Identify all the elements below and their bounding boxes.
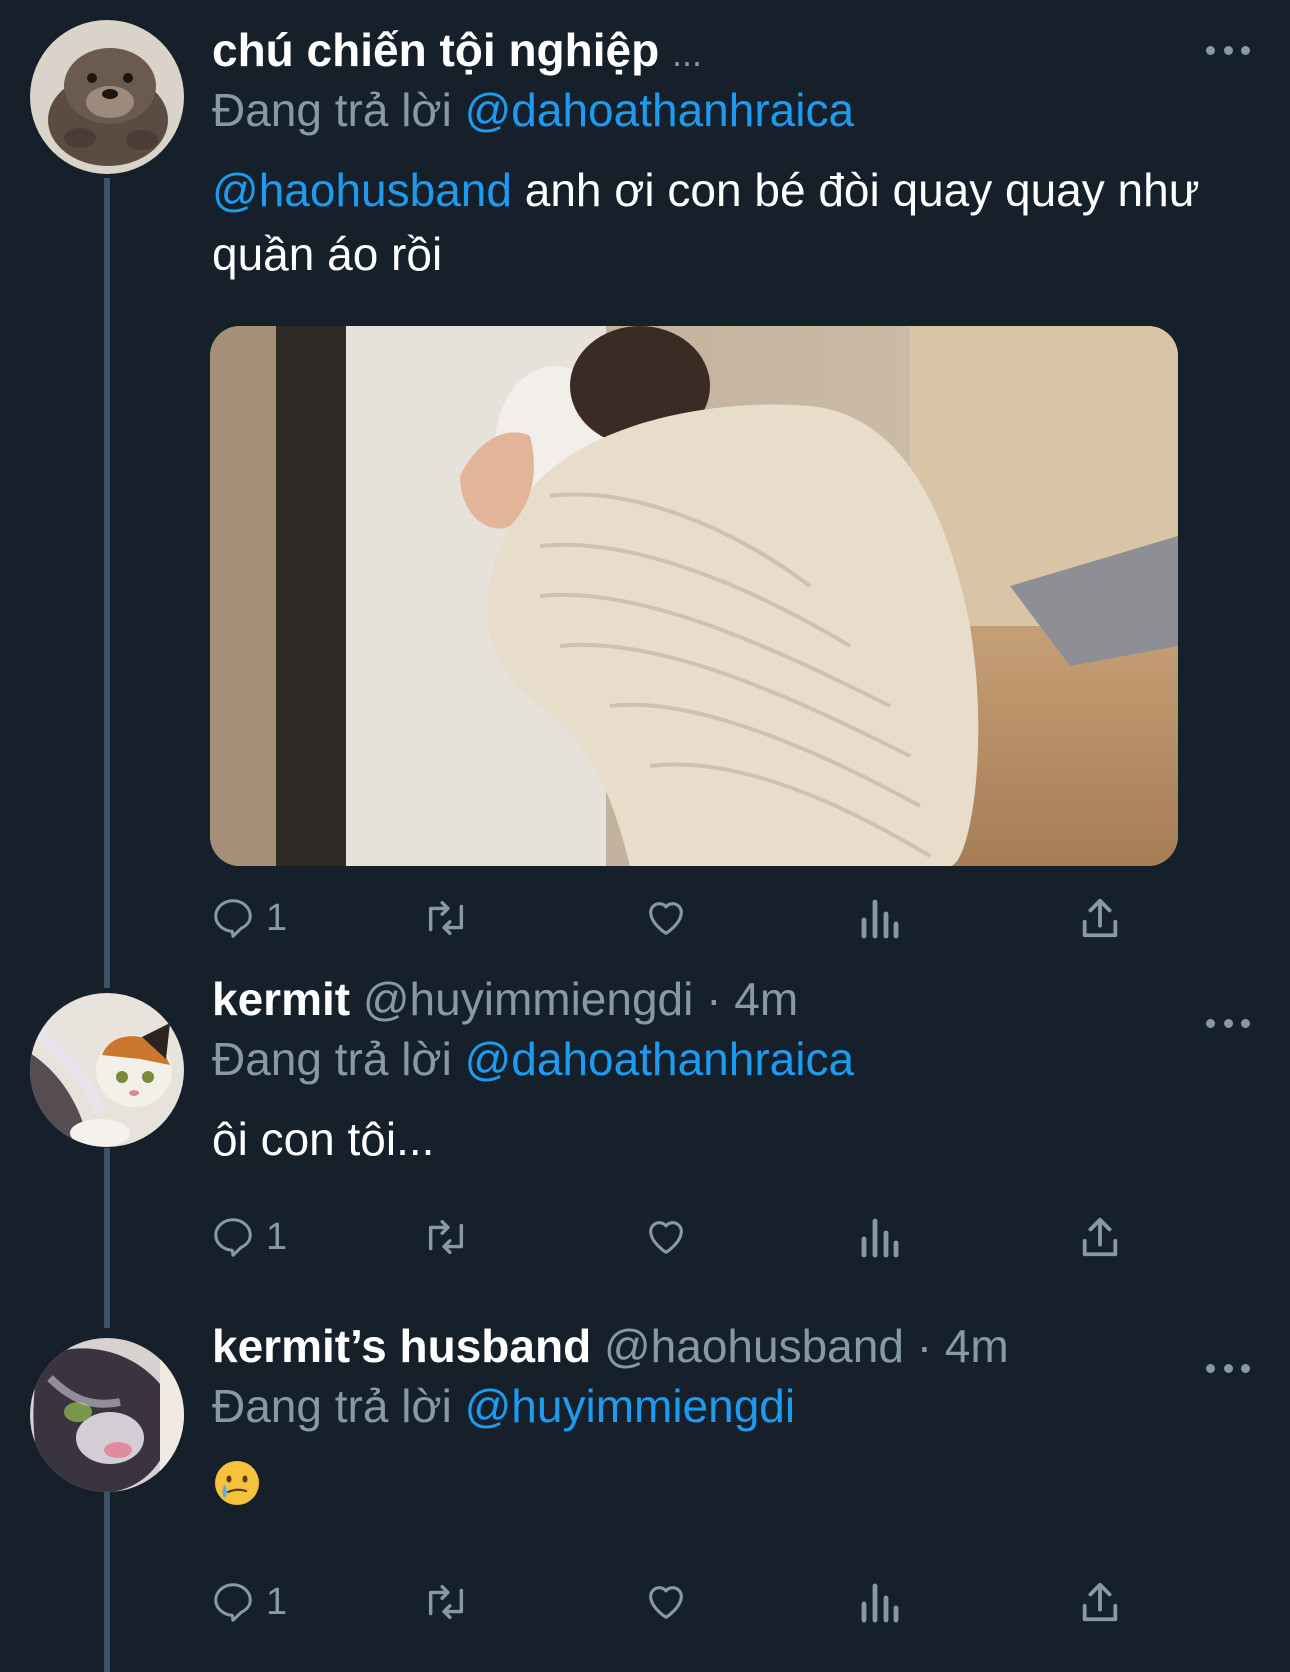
avatar[interactable] <box>30 1338 184 1492</box>
analytics-button[interactable] <box>860 1207 900 1267</box>
share-icon <box>1082 1582 1118 1622</box>
tweet[interactable]: kermit @huyimmiengdi · 4m Đang trả lời @… <box>0 973 1290 1320</box>
timestamp[interactable]: 4m <box>945 1320 1009 1372</box>
reply-icon <box>214 1218 252 1257</box>
more-options-icon[interactable] <box>1206 44 1250 56</box>
more-options-icon[interactable] <box>1206 1362 1250 1374</box>
retweet-icon <box>428 1219 464 1255</box>
user-handle[interactable]: @haohusband <box>604 1320 904 1372</box>
reply-count: 1 <box>266 1580 288 1623</box>
more-options-icon[interactable] <box>1206 1017 1250 1029</box>
tweet-text: @haohusband anh ơi con bé đòi quay quay … <box>212 158 1212 286</box>
tweet-header: chú chiến tội nghiệp ... <box>212 22 702 82</box>
tweet-actions: 1 <box>210 888 1130 948</box>
display-name[interactable]: kermit’s husband <box>212 1320 591 1372</box>
calico-cat-avatar-icon <box>30 993 184 1147</box>
emoji-face-holding-back-tears: 🥲 <box>212 1458 262 1508</box>
replying-to-label: Đang trả lời <box>212 84 452 136</box>
analytics-icon <box>861 899 899 939</box>
share-icon <box>1082 1217 1118 1257</box>
analytics-icon <box>861 1218 899 1258</box>
reply-button[interactable]: 1 <box>210 1572 287 1632</box>
tweet-header: kermit’s husband @haohusband · 4m <box>212 1318 1009 1374</box>
avatar[interactable] <box>30 20 184 174</box>
replying-to-label: Đang trả lời <box>212 1380 452 1432</box>
replying-to: Đang trả lời @dahoathanhraica <box>212 1031 854 1087</box>
replying-to: Đang trả lời @huyimmiengdi <box>212 1378 795 1434</box>
user-handle[interactable]: @huyimmiengdi <box>363 973 694 1025</box>
body-mention[interactable]: @haohusband <box>212 164 512 216</box>
display-name[interactable]: chú chiến tội nghiệp <box>212 24 659 76</box>
tweet[interactable]: kermit’s husband @haohusband · 4m Đang t… <box>0 1320 1290 1672</box>
retweet-button[interactable] <box>420 1572 472 1632</box>
like-button[interactable] <box>642 1207 690 1267</box>
otter-avatar-icon <box>30 20 184 174</box>
separator-dot: · <box>916 1320 933 1372</box>
blurry-cat-avatar-icon <box>30 1338 184 1492</box>
avatar[interactable] <box>30 993 184 1147</box>
share-button[interactable] <box>1078 1572 1122 1632</box>
replying-to-mention[interactable]: @dahoathanhraica <box>465 1033 854 1085</box>
share-button[interactable] <box>1078 1207 1122 1267</box>
baby-at-washing-machine-photo-icon <box>210 326 1178 866</box>
retweet-icon <box>428 1584 464 1620</box>
replying-to: Đang trả lời @dahoathanhraica <box>212 82 854 138</box>
tweet-actions: 1 <box>210 1572 1130 1632</box>
separator-dot: · <box>706 973 722 1025</box>
share-button[interactable] <box>1078 888 1122 948</box>
reply-icon <box>214 1583 252 1622</box>
heart-icon <box>649 1586 683 1619</box>
display-name[interactable]: kermit <box>212 973 350 1025</box>
heart-icon <box>649 1221 683 1254</box>
tweet-text: ôi con tôi... <box>212 1107 1212 1171</box>
analytics-icon <box>861 1583 899 1623</box>
like-button[interactable] <box>642 888 690 948</box>
tweet-media[interactable] <box>210 326 1178 866</box>
retweet-button[interactable] <box>420 888 472 948</box>
heart-icon <box>649 902 683 935</box>
reply-button[interactable]: 1 <box>210 888 287 948</box>
retweet-icon <box>428 900 464 936</box>
tweet-header: kermit @huyimmiengdi · 4m <box>212 971 798 1027</box>
timestamp[interactable]: 4m <box>734 973 798 1025</box>
body-text: ôi con tôi... <box>212 1113 435 1165</box>
reply-count: 1 <box>266 896 288 939</box>
reply-button[interactable]: 1 <box>210 1207 287 1267</box>
name-overflow: ... <box>672 33 703 74</box>
analytics-button[interactable] <box>860 1572 900 1632</box>
tweet[interactable]: chú chiến tội nghiệp ... Đang trả lời @d… <box>0 0 1290 975</box>
tweet-actions: 1 <box>210 1207 1130 1267</box>
replying-to-mention[interactable]: @huyimmiengdi <box>465 1380 796 1432</box>
reply-icon <box>214 899 252 938</box>
analytics-button[interactable] <box>860 888 900 948</box>
share-icon <box>1082 898 1118 938</box>
face-holding-back-tears-icon <box>215 1461 259 1505</box>
reply-count: 1 <box>266 1215 288 1258</box>
replying-to-mention[interactable]: @dahoathanhraica <box>465 84 854 136</box>
like-button[interactable] <box>642 1572 690 1632</box>
retweet-button[interactable] <box>420 1207 472 1267</box>
replying-to-label: Đang trả lời <box>212 1033 452 1085</box>
